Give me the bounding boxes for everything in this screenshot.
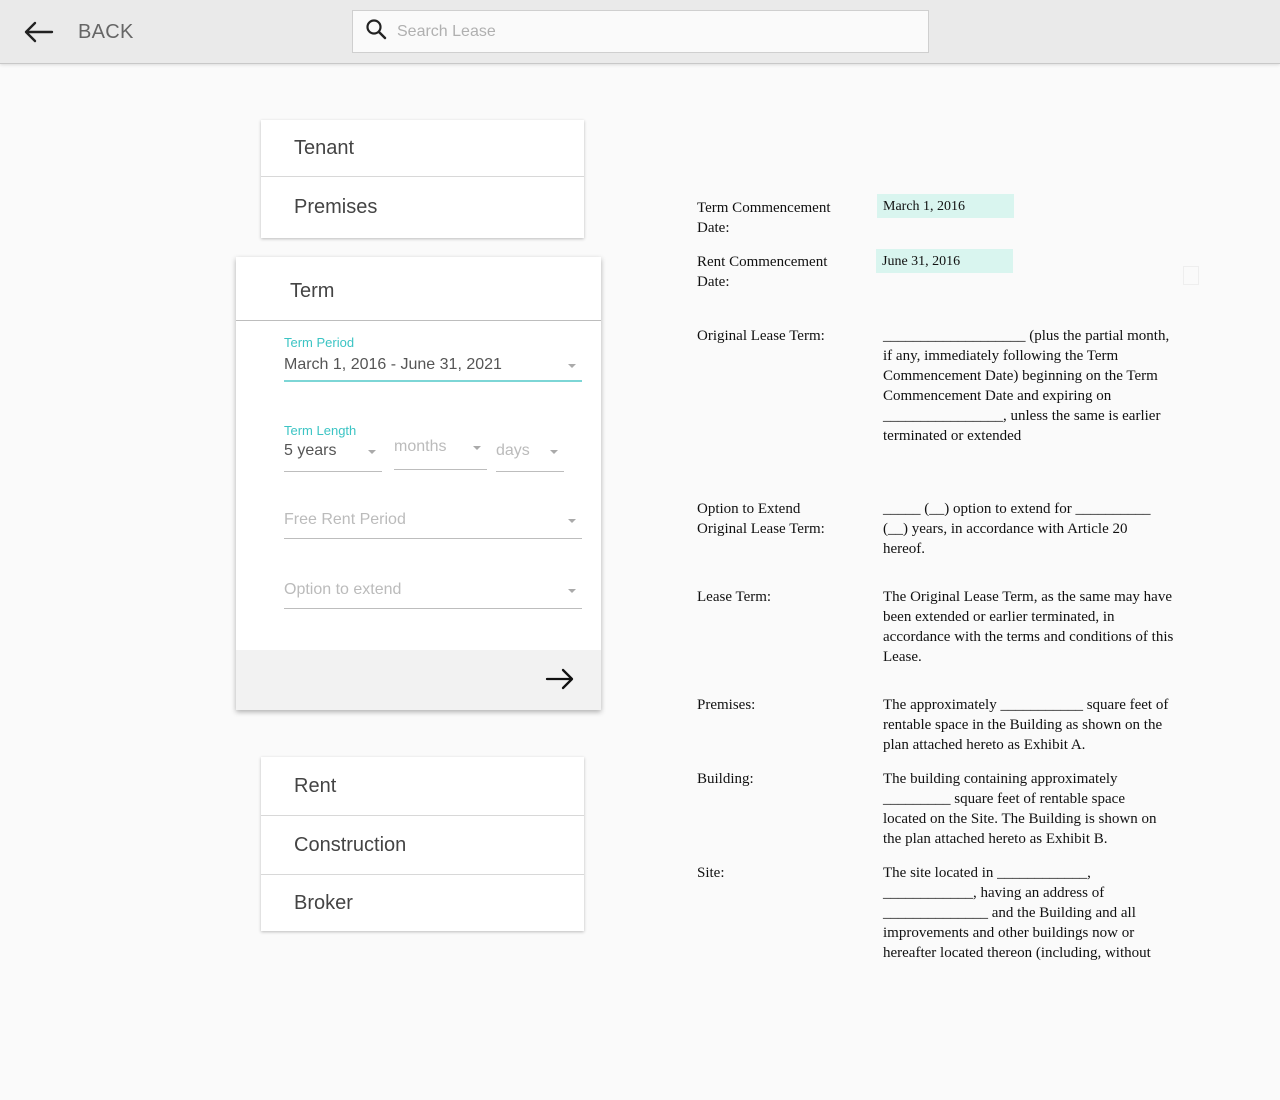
dropdown-caret-icon: [568, 589, 576, 593]
dropdown-caret-icon: [568, 519, 576, 523]
original-lease-term-text: ___________________ (plus the partial mo…: [883, 328, 1170, 444]
building-label: Building:: [697, 771, 754, 787]
nav-item-tenant[interactable]: Tenant: [261, 120, 584, 177]
back-arrow-icon: [22, 20, 54, 44]
search-icon: [353, 18, 387, 45]
term-commencement-label: Term Commencement Date:: [697, 200, 831, 236]
term-months-select[interactable]: months: [394, 438, 487, 470]
dropdown-caret-icon: [473, 446, 481, 450]
site-text: The site located in ____________, ______…: [883, 865, 1151, 961]
nav-item-construction[interactable]: Construction: [261, 816, 584, 875]
option-to-extend-field: Option to extend: [284, 581, 582, 609]
dropdown-caret-icon: [550, 450, 558, 454]
free-rent-period-select[interactable]: Free Rent Period: [284, 511, 582, 539]
nav-item-rent[interactable]: Rent: [261, 757, 584, 816]
free-rent-period-field: Free Rent Period: [284, 511, 582, 539]
rent-commencement-value[interactable]: June 31, 2016: [876, 249, 1013, 273]
nav-item-broker[interactable]: Broker: [261, 875, 584, 931]
nav-card-bottom: Rent Construction Broker: [261, 757, 584, 931]
option-to-extend-placeholder: Option to extend: [284, 581, 402, 598]
term-panel-footer: [236, 650, 601, 710]
term-panel-title[interactable]: Term: [236, 257, 601, 321]
free-rent-period-placeholder: Free Rent Period: [284, 511, 406, 528]
dropdown-caret-icon: [568, 364, 576, 368]
search-box[interactable]: [352, 10, 929, 53]
building-text: The building containing approximately __…: [883, 771, 1157, 847]
term-years-value: 5 years: [284, 442, 337, 459]
option-to-extend-select[interactable]: Option to extend: [284, 581, 582, 609]
premises-text: The approximately ___________ square fee…: [883, 697, 1169, 753]
comment-checkbox[interactable]: [1183, 266, 1199, 285]
option-to-extend-label: Option to Extend Original Lease Term:: [697, 501, 825, 537]
term-panel: Term Term Period March 1, 2016 - June 31…: [236, 257, 601, 710]
back-button[interactable]: BACK: [22, 16, 134, 48]
term-period-select[interactable]: March 1, 2016 - June 31, 2021: [284, 356, 582, 382]
term-length-label: Term Length: [284, 423, 357, 438]
back-label: BACK: [78, 20, 134, 43]
top-bar: BACK: [0, 0, 1280, 64]
next-arrow-icon[interactable]: [545, 666, 575, 697]
original-lease-term-label: Original Lease Term:: [697, 328, 825, 344]
term-period-value: March 1, 2016 - June 31, 2021: [284, 356, 502, 373]
term-days-value: days: [496, 442, 530, 459]
term-period-label: Term Period: [284, 335, 355, 350]
term-period-field: Term Period March 1, 2016 - June 31, 202…: [284, 335, 582, 382]
option-to-extend-text: _____ (__) option to extend for ________…: [883, 501, 1151, 557]
lease-term-label: Lease Term:: [697, 589, 772, 605]
term-commencement-value[interactable]: March 1, 2016: [877, 194, 1014, 218]
nav-card-top: Tenant Premises: [261, 120, 584, 238]
nav-item-premises[interactable]: Premises: [261, 177, 584, 238]
premises-label: Premises:: [697, 697, 756, 713]
dropdown-caret-icon: [368, 450, 376, 454]
term-months-value: months: [394, 438, 447, 455]
term-years-select[interactable]: 5 years: [284, 442, 382, 472]
site-label: Site:: [697, 865, 725, 881]
term-length-field: Term Length 5 years months days: [284, 423, 582, 476]
search-input[interactable]: [397, 22, 877, 41]
term-days-select[interactable]: days: [496, 442, 564, 472]
lease-term-text: The Original Lease Term, as the same may…: [883, 589, 1174, 665]
rent-commencement-label: Rent Commencement Date:: [697, 254, 828, 290]
